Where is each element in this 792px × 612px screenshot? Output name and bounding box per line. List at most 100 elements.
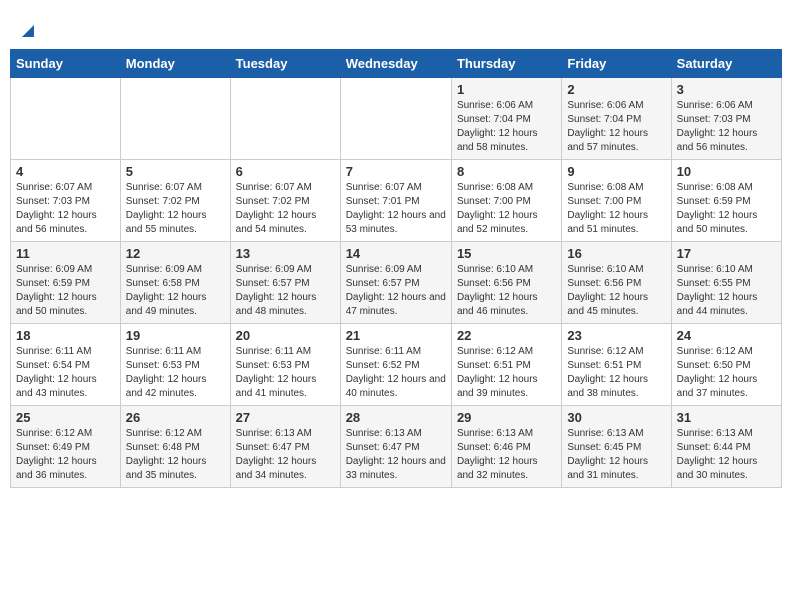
day-number: 11	[16, 246, 115, 261]
day-number: 7	[346, 164, 446, 179]
day-number: 19	[126, 328, 225, 343]
day-number: 30	[567, 410, 665, 425]
day-info: Sunrise: 6:08 AMSunset: 7:00 PMDaylight:…	[457, 181, 556, 237]
calendar-cell: 18 Sunrise: 6:11 AMSunset: 6:54 PMDayligh…	[11, 324, 121, 406]
day-info: Sunrise: 6:12 AMSunset: 6:48 PMDaylight:…	[126, 427, 225, 483]
day-number: 10	[677, 164, 776, 179]
calendar-cell: 30 Sunrise: 6:13 AMSunset: 6:45 PMDayligh…	[562, 406, 671, 488]
calendar-week-row: 4 Sunrise: 6:07 AMSunset: 7:03 PMDaylight…	[11, 160, 782, 242]
day-number: 20	[236, 328, 335, 343]
calendar-cell: 5 Sunrise: 6:07 AMSunset: 7:02 PMDaylight…	[120, 160, 230, 242]
calendar-cell: 22Sunrise: 6:12 AMSunset: 6:51 PMDayligh…	[451, 324, 561, 406]
day-number: 6	[236, 164, 335, 179]
day-number: 18	[16, 328, 115, 343]
calendar-week-row: 25Sunrise: 6:12 AMSunset: 6:49 PMDayligh…	[11, 406, 782, 488]
calendar-cell: 28 Sunrise: 6:13 AMSunset: 6:47 PMDayligh…	[340, 406, 451, 488]
calendar-cell	[230, 78, 340, 160]
calendar-cell: 25Sunrise: 6:12 AMSunset: 6:49 PMDayligh…	[11, 406, 121, 488]
calendar-cell: 10Sunrise: 6:08 AMSunset: 6:59 PMDayligh…	[671, 160, 781, 242]
calendar-cell: 20 Sunrise: 6:11 AMSunset: 6:53 PMDayligh…	[230, 324, 340, 406]
day-info: Sunrise: 6:12 AMSunset: 6:51 PMDaylight:…	[457, 345, 556, 401]
weekday-header: Wednesday	[340, 50, 451, 78]
day-number: 8	[457, 164, 556, 179]
weekday-header: Friday	[562, 50, 671, 78]
day-number: 13	[236, 246, 335, 261]
day-info: Sunrise: 6:09 AMSunset: 6:58 PMDaylight:…	[126, 263, 225, 319]
day-number: 23	[567, 328, 665, 343]
calendar-week-row: 1 Sunrise: 6:06 AMSunset: 7:04 PMDaylight…	[11, 78, 782, 160]
day-info: Sunrise: 6:13 AMSunset: 6:44 PMDaylight:…	[677, 427, 776, 483]
day-info: Sunrise: 6:09 AMSunset: 6:57 PMDaylight:…	[236, 263, 335, 319]
day-info: Sunrise: 6:10 AMSunset: 6:55 PMDaylight:…	[677, 263, 776, 319]
day-number: 24	[677, 328, 776, 343]
day-info: Sunrise: 6:11 AMSunset: 6:52 PMDaylight:…	[346, 345, 446, 401]
calendar-cell: 16Sunrise: 6:10 AMSunset: 6:56 PMDayligh…	[562, 242, 671, 324]
day-info: Sunrise: 6:07 AMSunset: 7:02 PMDaylight:…	[126, 181, 225, 237]
calendar-cell: 31Sunrise: 6:13 AMSunset: 6:44 PMDayligh…	[671, 406, 781, 488]
calendar-week-row: 18 Sunrise: 6:11 AMSunset: 6:54 PMDayligh…	[11, 324, 782, 406]
day-number: 27	[236, 410, 335, 425]
day-number: 15	[457, 246, 556, 261]
calendar-cell: 3Sunrise: 6:06 AMSunset: 7:03 PMDaylight…	[671, 78, 781, 160]
day-number: 17	[677, 246, 776, 261]
day-number: 2	[567, 82, 665, 97]
calendar-cell: 26 Sunrise: 6:12 AMSunset: 6:48 PMDayligh…	[120, 406, 230, 488]
calendar-cell: 15 Sunrise: 6:10 AMSunset: 6:56 PMDayligh…	[451, 242, 561, 324]
day-info: Sunrise: 6:13 AMSunset: 6:45 PMDaylight:…	[567, 427, 665, 483]
day-info: Sunrise: 6:06 AMSunset: 7:04 PMDaylight:…	[457, 99, 556, 155]
day-number: 14	[346, 246, 446, 261]
day-info: Sunrise: 6:11 AMSunset: 6:53 PMDaylight:…	[236, 345, 335, 401]
day-info: Sunrise: 6:08 AMSunset: 7:00 PMDaylight:…	[567, 181, 665, 237]
day-info: Sunrise: 6:11 AMSunset: 6:53 PMDaylight:…	[126, 345, 225, 401]
calendar-cell	[11, 78, 121, 160]
day-info: Sunrise: 6:06 AMSunset: 7:03 PMDaylight:…	[677, 99, 776, 155]
calendar-cell: 6Sunrise: 6:07 AMSunset: 7:02 PMDaylight…	[230, 160, 340, 242]
day-info: Sunrise: 6:11 AMSunset: 6:54 PMDaylight:…	[16, 345, 115, 401]
page-header	[10, 10, 782, 44]
day-info: Sunrise: 6:10 AMSunset: 6:56 PMDaylight:…	[457, 263, 556, 319]
day-info: Sunrise: 6:06 AMSunset: 7:04 PMDaylight:…	[567, 99, 665, 155]
calendar-cell: 17 Sunrise: 6:10 AMSunset: 6:55 PMDayligh…	[671, 242, 781, 324]
day-number: 21	[346, 328, 446, 343]
day-info: Sunrise: 6:07 AMSunset: 7:03 PMDaylight:…	[16, 181, 115, 237]
day-number: 29	[457, 410, 556, 425]
calendar-cell: 27Sunrise: 6:13 AMSunset: 6:47 PMDayligh…	[230, 406, 340, 488]
day-info: Sunrise: 6:12 AMSunset: 6:50 PMDaylight:…	[677, 345, 776, 401]
day-number: 9	[567, 164, 665, 179]
day-info: Sunrise: 6:09 AMSunset: 6:57 PMDaylight:…	[346, 263, 446, 319]
calendar-cell: 29 Sunrise: 6:13 AMSunset: 6:46 PMDayligh…	[451, 406, 561, 488]
day-info: Sunrise: 6:09 AMSunset: 6:59 PMDaylight:…	[16, 263, 115, 319]
day-number: 12	[126, 246, 225, 261]
calendar-cell: 12 Sunrise: 6:09 AMSunset: 6:58 PMDayligh…	[120, 242, 230, 324]
calendar-cell: 14 Sunrise: 6:09 AMSunset: 6:57 PMDayligh…	[340, 242, 451, 324]
weekday-header: Thursday	[451, 50, 561, 78]
day-info: Sunrise: 6:10 AMSunset: 6:56 PMDaylight:…	[567, 263, 665, 319]
day-info: Sunrise: 6:07 AMSunset: 7:01 PMDaylight:…	[346, 181, 446, 237]
day-info: Sunrise: 6:12 AMSunset: 6:49 PMDaylight:…	[16, 427, 115, 483]
day-number: 28	[346, 410, 446, 425]
calendar-cell: 9 Sunrise: 6:08 AMSunset: 7:00 PMDaylight…	[562, 160, 671, 242]
logo-triangle-icon	[22, 25, 34, 37]
calendar-cell: 21 Sunrise: 6:11 AMSunset: 6:52 PMDayligh…	[340, 324, 451, 406]
calendar-cell	[120, 78, 230, 160]
calendar-cell: 1 Sunrise: 6:06 AMSunset: 7:04 PMDaylight…	[451, 78, 561, 160]
calendar-cell: 23 Sunrise: 6:12 AMSunset: 6:51 PMDayligh…	[562, 324, 671, 406]
calendar-cell: 11 Sunrise: 6:09 AMSunset: 6:59 PMDayligh…	[11, 242, 121, 324]
day-info: Sunrise: 6:13 AMSunset: 6:46 PMDaylight:…	[457, 427, 556, 483]
day-number: 5	[126, 164, 225, 179]
day-info: Sunrise: 6:12 AMSunset: 6:51 PMDaylight:…	[567, 345, 665, 401]
calendar-cell	[340, 78, 451, 160]
calendar-table: SundayMondayTuesdayWednesdayThursdayFrid…	[10, 49, 782, 488]
calendar-cell: 13 Sunrise: 6:09 AMSunset: 6:57 PMDayligh…	[230, 242, 340, 324]
day-number: 1	[457, 82, 556, 97]
logo	[20, 20, 34, 39]
calendar-cell: 2 Sunrise: 6:06 AMSunset: 7:04 PMDaylight…	[562, 78, 671, 160]
day-number: 4	[16, 164, 115, 179]
calendar-cell: 19 Sunrise: 6:11 AMSunset: 6:53 PMDayligh…	[120, 324, 230, 406]
calendar-cell: 24 Sunrise: 6:12 AMSunset: 6:50 PMDayligh…	[671, 324, 781, 406]
weekday-header: Monday	[120, 50, 230, 78]
calendar-cell: 4 Sunrise: 6:07 AMSunset: 7:03 PMDaylight…	[11, 160, 121, 242]
day-info: Sunrise: 6:13 AMSunset: 6:47 PMDaylight:…	[346, 427, 446, 483]
weekday-header: Sunday	[11, 50, 121, 78]
day-number: 26	[126, 410, 225, 425]
